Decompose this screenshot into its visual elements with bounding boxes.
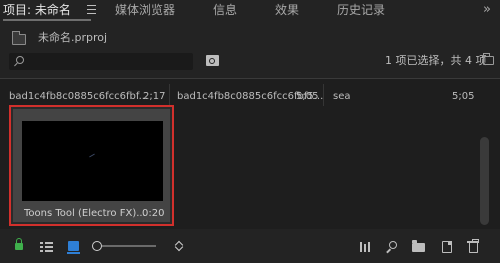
clip-duration: 0:20 (142, 208, 165, 219)
new-search-bin-icon[interactable] (206, 55, 219, 66)
clip-thumbnail[interactable] (22, 121, 163, 201)
project-bin-icon (12, 31, 26, 45)
panel-tab-bar: 项目: 未命名 媒体浏览器 信息 效果 历史记录 » (0, 0, 500, 21)
new-item-icon[interactable] (442, 241, 452, 253)
zoom-slider-track[interactable] (102, 245, 156, 247)
sort-icon[interactable] (174, 240, 184, 253)
tab-media-browser[interactable]: 媒体浏览器 (115, 2, 175, 18)
active-tab-indicator (3, 19, 91, 21)
column-divider (169, 84, 170, 106)
find-icon[interactable] (386, 241, 398, 254)
clip-name[interactable]: bad1c4fb8c0885c6fcc6fbf... (9, 90, 148, 104)
lock-icon[interactable] (15, 238, 23, 250)
clip-name: Toons Tool (Electro FX)... (24, 208, 146, 219)
clip-card-body: Toons Tool (Electro FX)... 0:20 (13, 109, 170, 222)
automate-to-sequence-icon[interactable] (360, 242, 372, 252)
clip-name[interactable]: sea (333, 90, 351, 104)
search-input[interactable] (29, 53, 189, 70)
selected-clip-card[interactable]: Toons Tool (Electro FX)... 0:20 (9, 105, 174, 226)
list-view-icon[interactable] (40, 242, 53, 252)
search-icon (14, 56, 24, 67)
search-box[interactable] (9, 53, 193, 70)
column-divider (323, 84, 324, 106)
project-panel: 项目: 未命名 媒体浏览器 信息 效果 历史记录 » 未命名.prproj 1 … (0, 0, 500, 263)
clip-duration: 2;17 (143, 91, 166, 102)
delete-icon[interactable] (467, 239, 479, 253)
folder-icon[interactable] (483, 53, 494, 65)
tab-info[interactable]: 信息 (213, 2, 237, 18)
zoom-slider-knob[interactable] (92, 241, 102, 251)
new-bin-icon[interactable] (412, 240, 425, 252)
tab-overflow-icon[interactable]: » (483, 3, 491, 17)
thumbnail-content (89, 153, 95, 158)
scrollbar-thumb[interactable] (480, 137, 489, 225)
project-file-name: 未命名.prproj (38, 31, 108, 44)
tab-history[interactable]: 历史记录 (337, 2, 385, 18)
panel-menu-icon[interactable] (87, 5, 96, 14)
icon-view-icon[interactable] (67, 241, 80, 254)
selection-status: 1 项已选择，共 4 项 (385, 54, 487, 67)
tab-project[interactable]: 项目: 未命名 (3, 2, 71, 18)
tab-effects[interactable]: 效果 (275, 2, 299, 18)
clip-duration: 5;05 (296, 91, 319, 102)
clip-duration: 5;05 (452, 91, 475, 102)
